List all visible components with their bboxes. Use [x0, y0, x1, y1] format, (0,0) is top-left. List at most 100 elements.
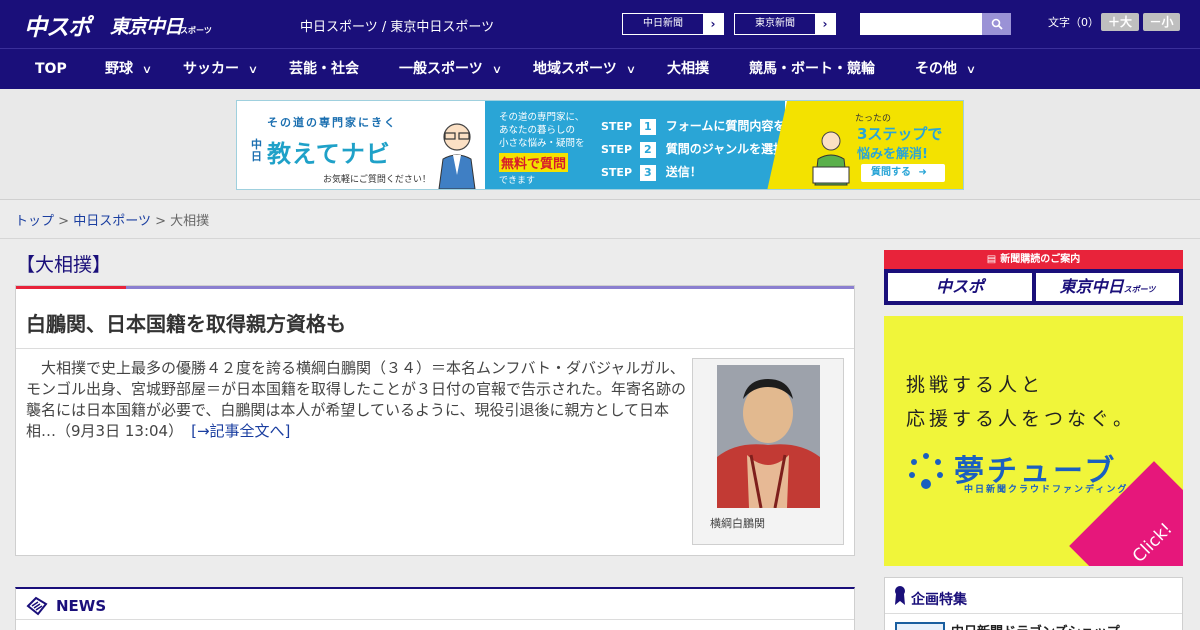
nav-item-soccer[interactable]: サッカー ∨	[183, 49, 259, 90]
photo-caption: 横綱白鵬関	[710, 517, 765, 530]
nav-label: その他	[915, 61, 957, 77]
ad-brand: 教えてナビ	[267, 140, 391, 168]
ad-step-row: STEP 2 質問のジャンルを選択	[601, 140, 785, 158]
hakuho-photo[interactable]	[717, 365, 820, 508]
feature-item-dragons-shop[interactable]: 中日新聞ドラゴンズショップ	[951, 621, 1120, 630]
nav-label: 競馬・ボート・競輪	[749, 61, 875, 77]
font-bigger-button[interactable]: ＋大	[1101, 13, 1139, 31]
nav-label: 野球	[105, 61, 133, 77]
step-text: 送信！	[665, 165, 702, 179]
chevron-down-icon: ∨	[247, 63, 259, 76]
ad-right-sub: 悩みを解消!	[857, 147, 928, 162]
chuspo-logo[interactable]: 中スポ	[24, 8, 91, 42]
ad-left-panel: その道の専門家にきく 中日 教えてナビ お気軽にご質問ください！	[237, 101, 485, 189]
photo-box: 横綱白鵬関	[692, 358, 844, 545]
nav-item-entertainment[interactable]: 芸能・社会	[289, 49, 359, 90]
search-button[interactable]	[982, 13, 1011, 35]
nav-label: TOP	[35, 61, 67, 77]
tokyo-shimbun-label: 東京新聞	[755, 18, 795, 29]
breadcrumb-separator: >	[58, 214, 70, 229]
oshiete-navi-ad[interactable]: その道の専門家にきく 中日 教えてナビ お気軽にご質問ください！ その道の専門家…	[236, 100, 964, 190]
card-accent-bar	[16, 286, 854, 289]
breadcrumb-separator: >	[155, 214, 166, 229]
ad-question-button[interactable]: 質問する ➜	[861, 164, 945, 182]
nav-label: 地域スポーツ	[533, 61, 617, 77]
chevron-right-icon: ›	[703, 14, 723, 34]
divider	[0, 238, 1200, 239]
chevron-down-icon: ∨	[141, 63, 153, 76]
ad-question-label: 質問する	[871, 167, 911, 178]
divider	[16, 619, 854, 620]
ad-right-panel: たったの 3ステップで 悩みを解消! 質問する ➜	[767, 101, 963, 189]
news-section: NEWS	[15, 587, 855, 630]
subscribe-chuspo-button[interactable]: 中スポ	[888, 273, 1032, 301]
yume-tube-ad[interactable]: 挑戦する人と 応援する人をつなぐ。 夢チューブ 中日新聞クラウドファンディング …	[884, 316, 1183, 566]
chunichi-shimbun-button[interactable]: 中日新聞 ›	[622, 13, 724, 35]
article-card: 白鵬関、日本国籍を取得親方資格も 大相撲で史上最多の優勝４２度を誇る横綱白鵬関（…	[15, 285, 855, 556]
arrow-right-icon: ➜	[918, 167, 927, 178]
newspaper-icon: ▤	[986, 254, 997, 265]
article-title[interactable]: 白鵬関、日本国籍を取得親方資格も	[26, 308, 346, 337]
ad-brand-prefix: 中日	[251, 138, 262, 163]
step-word: STEP	[601, 166, 633, 179]
ad-mid-tail: できます	[499, 176, 536, 186]
font-size-label: 文字（0）	[1048, 16, 1099, 29]
nav-item-sumo[interactable]: 大相撲	[667, 49, 709, 90]
step-number: 3	[639, 165, 656, 181]
person-laptop-figure	[809, 127, 853, 187]
nav-item-baseball[interactable]: 野球 ∨	[105, 49, 153, 90]
step-text: 質問のジャンルを選択	[665, 142, 786, 156]
breadcrumb-current: 大相撲	[170, 214, 210, 229]
yume-dots-icon	[904, 448, 948, 496]
consultant-figure	[433, 119, 481, 189]
yume-line-2: 応援する人をつなぐ。	[906, 408, 1137, 430]
ad-band: その道の専門家にきく 中日 教えてナビ お気軽にご質問ください！ その道の専門家…	[0, 89, 1200, 200]
breadcrumb: トップ > 中日スポーツ > 大相撲	[15, 210, 209, 229]
nav-item-top[interactable]: TOP	[35, 49, 67, 90]
chunichi-shimbun-label: 中日新聞	[643, 18, 683, 29]
tokyo-chunichi-logo-sub: スポーツ	[180, 26, 212, 35]
breadcrumb-top[interactable]: トップ	[15, 214, 54, 229]
divider	[885, 613, 1182, 614]
nav-item-local-sports[interactable]: 地域スポーツ ∨	[533, 49, 637, 90]
search-input[interactable]	[860, 13, 982, 35]
step-word: STEP	[601, 143, 633, 156]
article-excerpt: 大相撲で史上最多の優勝４２度を誇る横綱白鵬関（３４）＝本名ムンフバト・ダバジャル…	[26, 359, 687, 440]
ribbon-icon	[894, 585, 906, 609]
step-word: STEP	[601, 120, 633, 133]
subscribe-tokyo-chunichi-suffix: スポーツ	[1123, 285, 1156, 294]
ad-right-main: 3ステップで	[857, 125, 943, 143]
ad-mid-line: その道の専門家に、	[499, 112, 585, 123]
nav-item-general-sports[interactable]: 一般スポーツ ∨	[399, 49, 502, 90]
yume-tube-subtitle: 中日新聞クラウドファンディング	[964, 485, 1129, 495]
card-accent-bar-red	[16, 286, 126, 289]
site-links[interactable]: 中日スポーツ / 東京中日スポーツ	[300, 16, 494, 35]
dragons-shop-thumbnail[interactable]	[895, 622, 945, 630]
tokyo-chunichi-logo[interactable]: 東京中日	[110, 12, 183, 39]
news-ribbon-icon	[26, 596, 48, 620]
nav-label: 芸能・社会	[289, 61, 359, 77]
tokyo-shimbun-button[interactable]: 東京新聞 ›	[734, 13, 836, 35]
chevron-down-icon: ∨	[625, 63, 637, 76]
search-icon	[991, 18, 1003, 30]
ad-tagline: その道の専門家にきく	[267, 116, 397, 129]
news-title: NEWS	[56, 597, 107, 615]
read-more-link[interactable]: [→記事全文へ]	[191, 422, 290, 440]
feature-title: 企画特集	[911, 592, 967, 608]
yume-line-1: 挑戦する人と	[906, 374, 1045, 396]
chevron-down-icon: ∨	[965, 63, 977, 76]
ad-mid-panel: その道の専門家に、 あなたの暮らしの 小さな悩み・疑問を 無料で質問 できます …	[485, 101, 809, 189]
category-heading: 【大相撲】	[16, 254, 112, 276]
nav-item-racing[interactable]: 競馬・ボート・競輪	[749, 49, 875, 90]
main-nav: TOP 野球 ∨ サッカー ∨ 芸能・社会 一般スポーツ ∨ 地域スポーツ ∨ 大相撲 …	[0, 48, 1200, 89]
font-smaller-button[interactable]: －小	[1143, 13, 1180, 31]
nav-label: 大相撲	[667, 61, 709, 77]
subscription-heading-label: 新聞購読のご案内	[1000, 254, 1081, 265]
nav-item-other[interactable]: その他 ∨	[915, 49, 977, 90]
subscription-heading: ▤ 新聞購読のご案内	[884, 250, 1183, 269]
step-number: 2	[639, 142, 656, 158]
breadcrumb-section[interactable]: 中日スポーツ	[73, 214, 151, 229]
subscribe-tokyo-chunichi-button[interactable]: 東京中日スポーツ	[1036, 273, 1179, 301]
nav-label: サッカー	[183, 61, 239, 77]
ad-mid-line: あなたの暮らしの	[499, 125, 576, 136]
